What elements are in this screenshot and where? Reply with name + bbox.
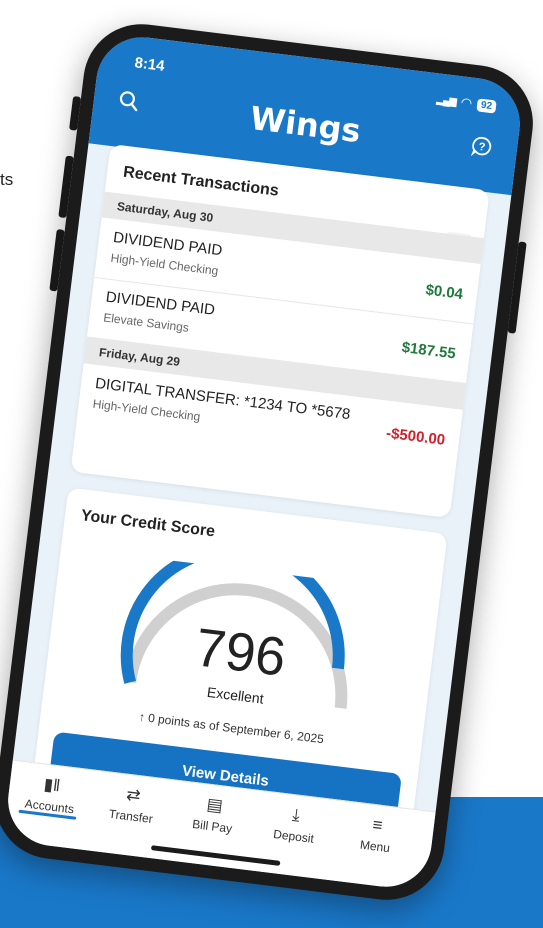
battery-icon: 92 — [476, 97, 497, 114]
transaction-amount: $0.04 — [424, 281, 464, 303]
svg-text:?: ? — [478, 141, 486, 154]
deposit-icon: ⤓ — [291, 805, 302, 825]
tab-label: Deposit — [272, 826, 315, 846]
accounts-icon: ▮‖ — [42, 774, 62, 796]
transaction-amount: $187.55 — [400, 338, 457, 363]
phone-mockup: 8:14 ▂▄▆ ◠ 92 Wings ? Recent Transaction… — [0, 17, 540, 907]
signal-icon: ▂▄▆ — [435, 93, 457, 108]
status-time: 8:14 — [133, 54, 166, 75]
tab-deposit[interactable]: ⤓ Deposit — [251, 801, 339, 849]
transaction-amount: -$500.00 — [385, 424, 447, 449]
app-screen: 8:14 ▂▄▆ ◠ 92 Wings ? Recent Transaction… — [2, 32, 526, 892]
phone-frame: 8:14 ▂▄▆ ◠ 92 Wings ? Recent Transaction… — [0, 17, 540, 907]
bill-pay-icon: ▤ — [205, 794, 224, 816]
tab-label: Menu — [359, 837, 391, 856]
transfer-icon: ⇄ — [125, 784, 142, 806]
menu-icon: ≡ — [371, 815, 384, 836]
credit-score-title: Your Credit Score — [80, 507, 216, 541]
tab-menu[interactable]: ≡ Menu — [332, 811, 420, 859]
wifi-icon: ◠ — [459, 94, 474, 111]
status-icons: ▂▄▆ ◠ 92 — [436, 91, 497, 114]
help-icon[interactable]: ? — [470, 134, 495, 159]
tab-label: Bill Pay — [191, 817, 233, 836]
tab-label: Transfer — [108, 806, 154, 827]
tab-bill-pay[interactable]: ▤ Bill Pay — [170, 791, 258, 839]
tab-transfer[interactable]: ⇄ Transfer — [88, 781, 176, 829]
home-indicator — [150, 845, 281, 866]
background-text: ts — [0, 170, 14, 189]
transactions-title: Recent Transactions — [122, 163, 280, 200]
recent-transactions-card: Recent Transactions ... Saturday, Aug 30… — [70, 143, 490, 519]
